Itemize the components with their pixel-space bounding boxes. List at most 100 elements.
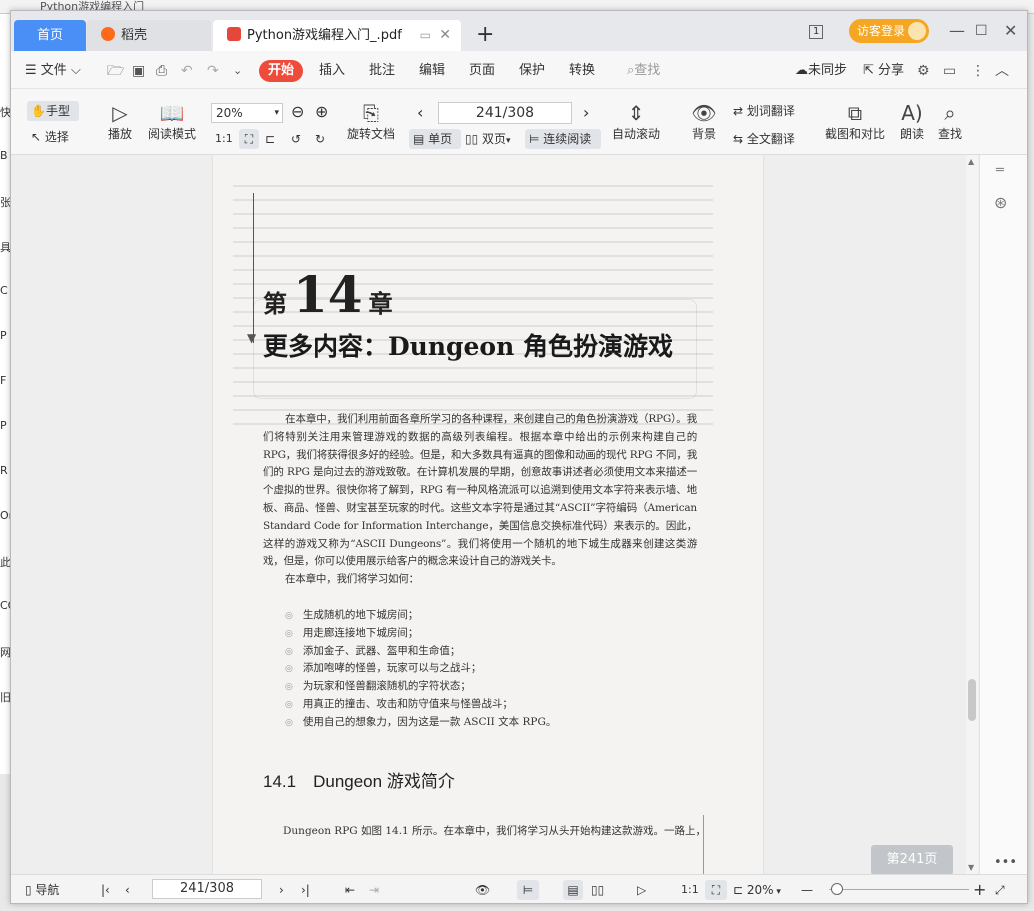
zoom-out-icon[interactable]: ⊖ <box>291 102 304 122</box>
learning-list: 生成随机的地下城房间；用走廊连接地下城房间；添加金子、武器、盔甲和生命值；添加咆… <box>285 607 556 732</box>
back-icon[interactable]: ⇤ <box>345 880 355 900</box>
continuous-read-button[interactable]: ⊨ 连续阅读 <box>525 129 601 149</box>
chevron-down-icon: ▾ <box>773 887 781 897</box>
page-number-input[interactable]: 241/308 <box>438 102 572 124</box>
read-aloud-button[interactable]: A) 朗读 <box>895 101 929 142</box>
menu-insert[interactable]: 插入 <box>319 60 345 82</box>
find-button[interactable]: ⌕ 查找 <box>933 101 967 142</box>
screenshot-compare-button[interactable]: ⧉ 截图和对比 <box>823 101 887 142</box>
prev-page-icon[interactable]: ‹ <box>417 103 423 123</box>
zoom-in-status-icon[interactable]: + <box>973 880 986 900</box>
single-page-button[interactable]: ▤ 单页 <box>409 129 461 149</box>
rotate-right-icon[interactable]: ↻ <box>315 129 325 149</box>
status-page-input[interactable]: 241/308 <box>152 879 262 899</box>
sync-label: 未同步 <box>808 63 848 78</box>
double-page-button[interactable]: ▯▯ 双页▾ <box>465 129 511 149</box>
fit-page-status-icon[interactable]: ⛶ <box>705 880 727 900</box>
zoom-select[interactable]: 20% ▾ <box>211 103 283 123</box>
menu-start[interactable]: 开始 <box>259 60 304 82</box>
single-page-status-icon[interactable]: ▤ <box>563 880 583 900</box>
double-page-status-icon[interactable]: ▯▯ <box>591 880 604 900</box>
tab-count-badge: 1 <box>809 25 824 39</box>
undo-icon[interactable]: ↶ <box>181 60 193 82</box>
zoom-slider-track[interactable] <box>829 889 969 890</box>
full-translate-button[interactable]: ⇆ 全文翻译 <box>733 129 795 149</box>
settings-icon[interactable]: ⚙ <box>917 60 930 82</box>
prev-page-status-icon[interactable]: ‹ <box>125 880 130 900</box>
tab-close-icon[interactable]: ✕ <box>439 20 451 51</box>
minimize-icon[interactable]: — <box>949 19 965 43</box>
more-vertical-icon[interactable]: ⋮ <box>971 60 985 82</box>
background-button[interactable]: 👁 背景 <box>687 101 721 142</box>
actual-size-status-icon[interactable]: 1:1 <box>681 880 699 900</box>
scroll-down-icon[interactable]: ▼ <box>968 863 974 872</box>
print-icon[interactable]: ⎙ <box>156 60 167 82</box>
continuous-mode-icon[interactable]: ⊨ <box>517 880 539 900</box>
share-button[interactable]: ⇱ 分享 <box>863 60 904 82</box>
open-icon[interactable]: 🗁 <box>107 60 124 82</box>
eye-protection-icon[interactable]: 👁 <box>475 880 490 900</box>
fullscreen-icon[interactable]: ⤢ <box>995 880 1005 900</box>
hand-tool[interactable]: ✋手型 <box>27 101 79 121</box>
rotate-document-button[interactable]: ⎘ 旋转文档 <box>343 101 399 142</box>
forward-icon[interactable]: ⇥ <box>369 880 379 900</box>
save-icon[interactable]: ▣ <box>132 60 145 82</box>
tab-home[interactable]: 首页 <box>14 20 86 51</box>
navigation-toggle[interactable]: ▯ 导航 <box>25 880 59 900</box>
search-button[interactable]: ⌕查找 <box>627 60 660 82</box>
select-tool[interactable]: ↖ 选择 <box>31 127 69 147</box>
next-page-status-icon[interactable]: › <box>279 880 284 900</box>
feedback-icon[interactable]: ▭ <box>943 60 956 82</box>
fit-width-icon[interactable]: ⊏ <box>265 129 275 149</box>
file-menu[interactable]: ☰ 文件 ⌵ <box>25 60 81 82</box>
scroll-up-icon[interactable]: ▲ <box>968 157 974 166</box>
document-viewer[interactable]: ▼ 第 14 章 更多内容：Dungeon 角色扮演游戏 在本章中，我们利用前面各章… <box>11 155 1027 874</box>
zoom-slider-knob[interactable] <box>831 883 843 895</box>
ai-search-icon[interactable]: ⊛ <box>994 193 1007 212</box>
word-translate-button[interactable]: ⇄ 划词翻译 <box>733 101 795 121</box>
status-zoom-value: 20% <box>746 883 774 897</box>
redo-icon[interactable]: ↷ <box>207 60 219 82</box>
panel-handle-icon[interactable]: ═ <box>996 163 1004 178</box>
maximize-icon[interactable]: ☐ <box>975 19 988 43</box>
read-mode-button[interactable]: 📖 阅读模式 <box>145 101 199 142</box>
search-label: 查找 <box>634 63 661 78</box>
pdf-page: ▼ 第 14 章 更多内容：Dungeon 角色扮演游戏 在本章中，我们利用前面各章… <box>213 155 763 874</box>
menu-comment[interactable]: 批注 <box>369 60 395 82</box>
menu-edit[interactable]: 编辑 <box>419 60 445 82</box>
fit-page-icon[interactable]: ⛶ <box>239 129 259 149</box>
last-page-icon[interactable]: ›| <box>301 880 310 900</box>
tab-count-icon[interactable]: 1 <box>809 19 829 43</box>
zoom-out-status-icon[interactable]: — <box>801 880 813 900</box>
close-window-icon[interactable]: ✕ <box>1004 19 1017 43</box>
first-page-icon[interactable]: |‹ <box>101 880 110 900</box>
next-page-icon[interactable]: › <box>583 103 589 123</box>
scrollbar-thumb[interactable] <box>968 679 976 721</box>
menu-protect[interactable]: 保护 <box>519 60 545 82</box>
zoom-in-icon[interactable]: ⊕ <box>315 102 328 122</box>
rotate-left-icon[interactable]: ↺ <box>291 129 301 149</box>
learning-list-item: 添加金子、武器、盔甲和生命值； <box>285 643 556 661</box>
menu-page[interactable]: 页面 <box>469 60 495 82</box>
zoom-status-select[interactable]: ⊏ 20% ▾ <box>733 880 781 900</box>
cursor-icon: ↖ <box>31 130 45 144</box>
menu-convert[interactable]: 转换 <box>569 60 595 82</box>
tab-float-icon[interactable]: ▭ <box>420 20 431 51</box>
tab-daoke[interactable]: 稻壳 <box>87 20 211 51</box>
new-tab-button[interactable]: + <box>476 22 494 48</box>
learning-list-item: 使用自己的想象力，因为这是一款 ASCII 文本 RPG。 <box>285 714 556 732</box>
guest-login-button[interactable]: 访客登录 <box>849 19 929 43</box>
tab-pdf-document[interactable]: Python游戏编程入门_.pdf ▭ ✕ <box>213 20 461 51</box>
actual-size-icon[interactable]: 1:1 <box>215 129 233 149</box>
quick-access-more-icon[interactable]: ⌄ <box>233 60 242 82</box>
vertical-scrollbar[interactable]: ▲ ▼ <box>966 155 978 874</box>
sync-status[interactable]: ☁未同步 <box>795 60 847 82</box>
play-status-icon[interactable]: ▷ <box>637 880 646 900</box>
double-page-label: 双页 <box>482 132 507 146</box>
more-horizontal-icon[interactable]: ••• <box>994 855 1017 870</box>
auto-scroll-button[interactable]: ⇕ 自动滚动 <box>607 101 665 142</box>
play-button[interactable]: ▷ 播放 <box>103 101 137 142</box>
magnifier-icon: ⌕ <box>944 101 956 125</box>
cloud-icon: ☁ <box>795 63 808 78</box>
collapse-ribbon-icon[interactable]: ︿ <box>995 60 1009 82</box>
